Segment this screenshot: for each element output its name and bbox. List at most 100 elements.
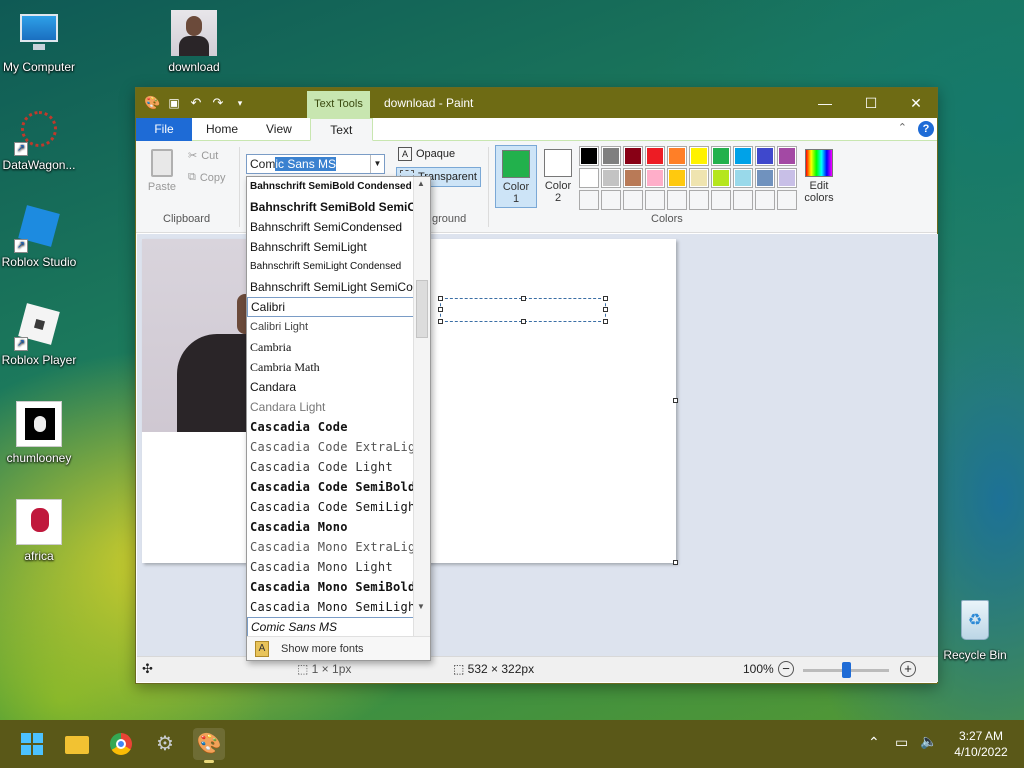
palette-color-swatch[interactable]	[777, 168, 797, 188]
desktop-icon-roblox-player[interactable]: ↗ Roblox Player	[0, 303, 81, 367]
palette-color-swatch[interactable]	[645, 168, 665, 188]
palette-color-swatch[interactable]	[601, 146, 621, 166]
scroll-up-icon[interactable]: ▲	[417, 179, 425, 188]
start-button[interactable]	[16, 728, 48, 760]
opaque-button[interactable]: A Opaque	[398, 147, 455, 161]
paint-taskbar-icon[interactable]: 🎨	[193, 728, 225, 763]
font-list-item[interactable]: Cambria Math	[247, 357, 414, 377]
palette-empty-swatch[interactable]	[711, 190, 731, 210]
font-list-item[interactable]: Bahnschrift SemiLight Condensed	[247, 257, 414, 277]
zoom-in-button[interactable]: +	[900, 661, 916, 677]
font-list-item[interactable]: Cascadia Mono	[247, 517, 414, 537]
clock[interactable]: 3:27 AM 4/10/2022	[946, 728, 1016, 760]
font-list-item[interactable]: Candara Light	[247, 397, 414, 417]
font-family-combobox[interactable]: Comic Sans MS ▼	[246, 154, 385, 174]
desktop-icon-my-computer[interactable]: My Computer	[0, 10, 81, 74]
desktop-icon-download[interactable]: download	[152, 10, 236, 74]
color2-button[interactable]: Color 2	[537, 145, 579, 208]
palette-color-swatch[interactable]	[667, 146, 687, 166]
chrome-icon[interactable]	[105, 728, 137, 760]
font-list-item[interactable]: Bahnschrift SemiLight SemiCondensed	[247, 277, 414, 297]
zoom-out-button[interactable]: −	[778, 661, 794, 677]
palette-color-swatch[interactable]	[645, 146, 665, 166]
copy-button[interactable]: ⧉ Copy	[188, 171, 226, 184]
resize-handle[interactable]	[521, 296, 526, 301]
color1-button[interactable]: Color 1	[495, 145, 537, 208]
palette-color-swatch[interactable]	[733, 146, 753, 166]
customize-dropdown-icon[interactable]: ▾	[232, 95, 248, 111]
palette-color-swatch[interactable]	[689, 146, 709, 166]
palette-color-swatch[interactable]	[711, 146, 731, 166]
palette-empty-swatch[interactable]	[777, 190, 797, 210]
font-list-item[interactable]: Cascadia Mono SemiLight	[247, 597, 414, 617]
collapse-ribbon-icon[interactable]: ⌃	[898, 121, 907, 134]
maximize-button[interactable]: ☐	[848, 88, 894, 118]
palette-color-swatch[interactable]	[623, 146, 643, 166]
resize-handle[interactable]	[521, 319, 526, 324]
palette-empty-swatch[interactable]	[667, 190, 687, 210]
palette-empty-swatch[interactable]	[755, 190, 775, 210]
paste-button[interactable]: Paste	[144, 147, 180, 199]
palette-empty-swatch[interactable]	[645, 190, 665, 210]
zoom-slider[interactable]	[803, 662, 889, 678]
resize-handle[interactable]	[438, 296, 443, 301]
scroll-down-icon[interactable]: ▼	[417, 602, 425, 611]
font-list-item[interactable]: Cascadia Mono SemiBold	[247, 577, 414, 597]
desktop-icon-datawagon[interactable]: ↗ DataWagon...	[0, 108, 81, 172]
file-explorer-icon[interactable]	[61, 728, 93, 760]
palette-empty-swatch[interactable]	[733, 190, 753, 210]
minimize-button[interactable]: —	[802, 88, 848, 118]
font-list-item[interactable]: Cascadia Code Light	[247, 457, 414, 477]
tab-home[interactable]: Home	[192, 118, 252, 141]
font-list-item-selected[interactable]: Comic Sans MS	[247, 617, 414, 637]
palette-empty-swatch[interactable]	[601, 190, 621, 210]
font-list-scrollbar[interactable]: ▲ ▼	[413, 177, 430, 637]
canvas-resize-handle[interactable]	[673, 398, 678, 403]
font-list-item[interactable]: Bahnschrift SemiCondensed	[247, 217, 414, 237]
font-list-item[interactable]: Cascadia Code SemiBold	[247, 477, 414, 497]
font-list-item[interactable]: Bahnschrift SemiBold Condensed	[247, 177, 414, 197]
resize-handle[interactable]	[438, 307, 443, 312]
tab-file[interactable]: File	[136, 118, 192, 141]
font-list-item[interactable]: Cascadia Code SemiLight	[247, 497, 414, 517]
resize-handle[interactable]	[603, 319, 608, 324]
resize-handle[interactable]	[438, 319, 443, 324]
palette-color-swatch[interactable]	[601, 168, 621, 188]
palette-color-swatch[interactable]	[623, 168, 643, 188]
undo-icon[interactable]: ↶	[188, 95, 204, 111]
zoom-slider-thumb[interactable]	[842, 662, 851, 678]
desktop-icon-recycle-bin[interactable]: ♻ Recycle Bin	[933, 598, 1017, 662]
font-list-item[interactable]: Cascadia Code	[247, 417, 414, 437]
palette-color-swatch[interactable]	[755, 146, 775, 166]
desktop-icon-chumlooney[interactable]: chumlooney	[0, 401, 81, 465]
font-list-item[interactable]: Calibri Light	[247, 317, 414, 337]
palette-color-swatch[interactable]	[579, 168, 599, 188]
settings-gear-icon[interactable]: ⚙	[149, 728, 181, 760]
canvas-resize-handle[interactable]	[673, 560, 678, 565]
font-list-item[interactable]: Candara	[247, 377, 414, 397]
network-icon[interactable]: ▭	[895, 734, 908, 751]
font-list-item[interactable]: Cascadia Code ExtraLight	[247, 437, 414, 457]
close-button[interactable]: ✕	[893, 88, 939, 118]
palette-empty-swatch[interactable]	[623, 190, 643, 210]
desktop-icon-africa[interactable]: africa	[0, 499, 81, 563]
palette-color-swatch[interactable]	[667, 168, 687, 188]
show-more-fonts-button[interactable]: A Show more fonts	[247, 636, 430, 660]
redo-icon[interactable]: ↷	[210, 95, 226, 111]
font-list-item[interactable]: Cambria	[247, 337, 414, 357]
palette-color-swatch[interactable]	[755, 168, 775, 188]
tab-view[interactable]: View	[252, 118, 306, 141]
palette-color-swatch[interactable]	[733, 168, 753, 188]
palette-empty-swatch[interactable]	[579, 190, 599, 210]
chevron-down-icon[interactable]: ▼	[370, 155, 384, 173]
cut-button[interactable]: ✂ Cut	[188, 149, 218, 163]
palette-color-swatch[interactable]	[579, 146, 599, 166]
font-list-item[interactable]: Calibri	[247, 297, 414, 317]
edit-colors-button[interactable]: Edit colors	[798, 145, 840, 208]
resize-handle[interactable]	[603, 307, 608, 312]
save-icon[interactable]: ▣	[166, 95, 182, 111]
show-hidden-icons-chevron-icon[interactable]: ⌃	[868, 734, 880, 751]
palette-color-swatch[interactable]	[711, 168, 731, 188]
tab-text[interactable]: Text	[309, 118, 373, 141]
scrollbar-thumb[interactable]	[416, 280, 428, 338]
